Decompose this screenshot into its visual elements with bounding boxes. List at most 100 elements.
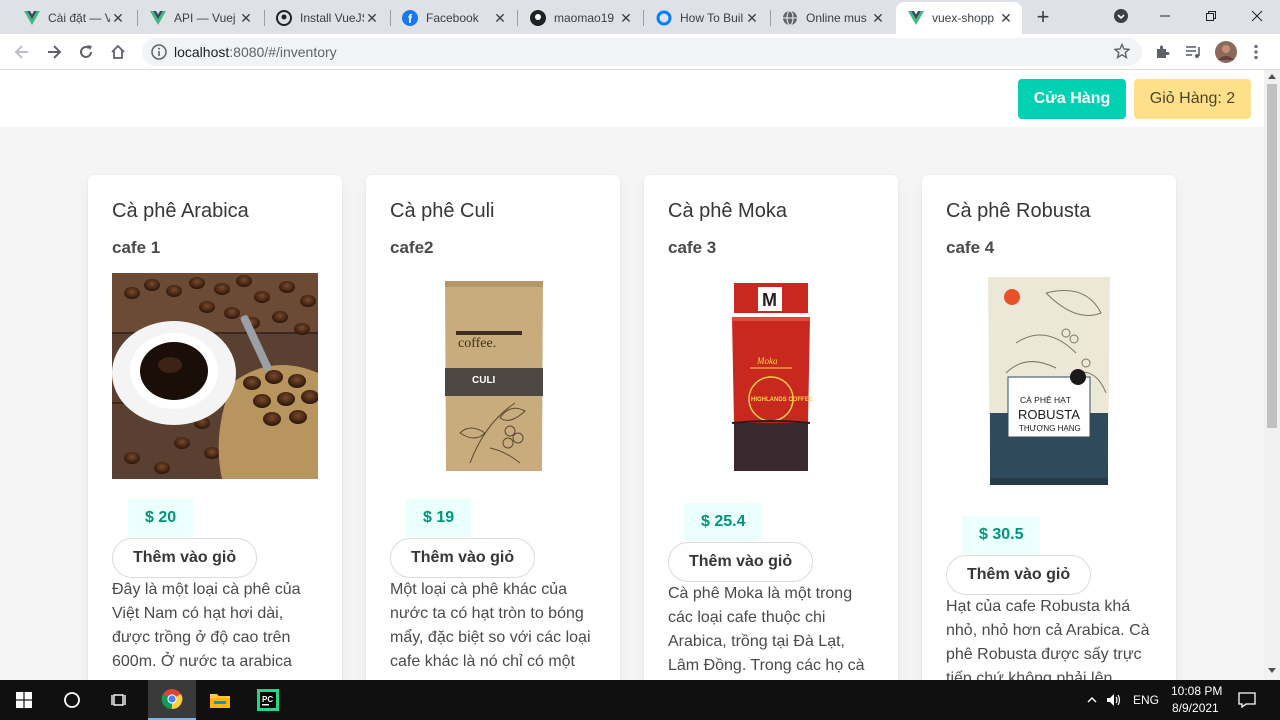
- browser-tab[interactable]: f Facebook ✕: [390, 2, 516, 34]
- scroll-down-arrow[interactable]: [1268, 668, 1276, 673]
- add-to-cart-button[interactable]: Thêm vào giỏ: [390, 538, 536, 578]
- product-description: Hạt của cafe Robusta khá nhỏ, nhỏ hơn cả…: [946, 595, 1152, 680]
- windows-taskbar: PC ENG 10:08 PM 8/9/2021: [0, 680, 1280, 720]
- browser-tab[interactable]: API — Vuej ✕: [138, 2, 262, 34]
- info-icon[interactable]: [151, 44, 167, 65]
- profile-avatar[interactable]: [1212, 38, 1240, 66]
- description-line: nhỏ, nhỏ hơn cả Arabica. Cà: [946, 622, 1150, 639]
- chrome-icon[interactable]: [148, 680, 196, 720]
- product-subtitle: cafe 3: [668, 238, 717, 257]
- vue-icon: [908, 10, 924, 26]
- digitalocean-icon: [656, 10, 672, 26]
- browser-tab[interactable]: maomao19 ✕: [518, 2, 642, 34]
- close-icon[interactable]: ✕: [238, 10, 254, 26]
- product-title: Cà phê Moka: [668, 200, 787, 222]
- task-view-icon[interactable]: [96, 680, 144, 720]
- vue-icon: [24, 10, 40, 26]
- tab-title: maomao19: [554, 11, 615, 25]
- language-indicator[interactable]: ENG: [1133, 693, 1159, 707]
- svg-text:PC: PC: [262, 695, 273, 704]
- browser-tab[interactable]: Cài đặt — V ✕: [12, 2, 134, 34]
- browser-tab[interactable]: Install VueJS ✕: [264, 2, 388, 34]
- new-tab-button[interactable]: +: [1030, 5, 1056, 31]
- product-description: Đây là một loại cà phê của Việt Nam có h…: [112, 578, 318, 674]
- file-explorer-icon[interactable]: [196, 680, 244, 720]
- package-line1: CÀ PHÊ HẠT: [1020, 395, 1071, 405]
- bookmark-star-icon[interactable]: [1113, 42, 1131, 64]
- page-scrollbar[interactable]: [1264, 70, 1280, 680]
- chevron-up-icon[interactable]: [1080, 680, 1104, 720]
- media-control-icon[interactable]: [1180, 38, 1208, 66]
- description-line: được trồng ở độ cao trên: [112, 629, 291, 646]
- address-bar[interactable]: localhost:8080/#/inventory: [142, 38, 1142, 66]
- description-line: Hạt của cafe Robusta khá: [946, 598, 1131, 615]
- reload-button[interactable]: [72, 38, 100, 66]
- clock-time[interactable]: 10:08 PM: [1171, 684, 1222, 698]
- pycharm-icon[interactable]: PC: [244, 680, 292, 720]
- store-button[interactable]: Cửa Hàng: [1018, 79, 1126, 119]
- add-to-cart-button[interactable]: Thêm vào giỏ: [946, 555, 1092, 595]
- product-image: M Moka HIGHLANDS COFFEE: [668, 273, 874, 483]
- url-host: localhost: [174, 44, 230, 60]
- description-line: Arabica, trồng tại Đà Lạt,: [668, 633, 845, 650]
- product-image: [112, 273, 319, 479]
- scroll-up-arrow[interactable]: [1268, 74, 1276, 79]
- description-line: mẩy, đặc biệt so với các loại: [390, 629, 591, 646]
- back-button[interactable]: [8, 38, 36, 66]
- description-line: Một loại cà phê khác của: [390, 581, 567, 598]
- clock-date[interactable]: 8/9/2021: [1172, 701, 1219, 715]
- close-icon[interactable]: ✕: [998, 10, 1014, 26]
- close-icon[interactable]: ✕: [618, 10, 634, 26]
- windows-start-icon[interactable]: [0, 680, 48, 720]
- tab-title: How To Buil: [680, 11, 744, 25]
- scrollbar-thumb[interactable]: [1267, 84, 1277, 428]
- notification-icon[interactable]: [1230, 680, 1264, 720]
- product-subtitle: cafe2: [390, 238, 434, 257]
- product-title: Cà phê Robusta: [946, 200, 1091, 222]
- close-window-button[interactable]: [1234, 0, 1280, 32]
- package-line3: THƯỢNG HẠNG: [1019, 424, 1081, 433]
- browser-tab[interactable]: How To Buil ✕: [644, 2, 768, 34]
- forward-button[interactable]: [40, 38, 68, 66]
- extensions-icon[interactable]: [1148, 38, 1176, 66]
- close-icon[interactable]: ✕: [744, 10, 760, 26]
- tab-title: Facebook: [426, 11, 479, 25]
- tab-title: Online mus: [806, 11, 867, 25]
- home-button[interactable]: [104, 38, 132, 66]
- close-icon[interactable]: ✕: [492, 10, 508, 26]
- search-icon[interactable]: [48, 680, 96, 720]
- product-image: CÀ PHÊ HẠT ROBUSTA THƯỢNG HẠNG: [946, 273, 1152, 495]
- facebook-icon: f: [402, 10, 418, 26]
- browser-tab-active[interactable]: vuex-shopp ✕: [896, 2, 1022, 34]
- speaker-icon[interactable]: [1102, 680, 1126, 720]
- product-title: Cà phê Culi: [390, 200, 495, 222]
- description-line: 600m. Ở nước ta arabica: [112, 653, 292, 670]
- app-navbar: Cửa Hàng Giỏ Hàng: 2: [0, 70, 1264, 127]
- minimize-button[interactable]: [1142, 0, 1188, 32]
- package-line2: ROBUSTA: [1018, 407, 1080, 422]
- url-text: localhost:8080/#/inventory: [174, 44, 337, 60]
- product-subtitle: cafe 1: [112, 238, 161, 257]
- tab-title: vuex-shopp: [932, 11, 995, 25]
- close-icon[interactable]: ✕: [870, 10, 886, 26]
- product-card: Cà phê Arabica cafe 1 $ 20 Thêm vào giỏ …: [88, 175, 342, 680]
- package-brand: coffee.: [458, 336, 496, 351]
- restore-button[interactable]: [1188, 0, 1234, 32]
- menu-dots-icon[interactable]: [1242, 38, 1270, 66]
- product-card: Cà phê Moka cafe 3 M Moka HIGHLANDS COFF…: [644, 175, 898, 680]
- description-line: các loại cafe thuộc chi: [668, 609, 826, 626]
- add-to-cart-button[interactable]: Thêm vào giỏ: [668, 542, 814, 582]
- add-to-cart-button[interactable]: Thêm vào giỏ: [112, 538, 258, 578]
- tab-search-icon[interactable]: [1098, 0, 1144, 32]
- close-icon[interactable]: ✕: [364, 10, 380, 26]
- package-label: CULI: [472, 375, 496, 386]
- browser-tab[interactable]: Online mus ✕: [770, 2, 894, 34]
- close-icon[interactable]: ✕: [110, 10, 126, 26]
- price-tag: $ 19: [406, 499, 472, 537]
- package-brand: HIGHLANDS COFFEE: [751, 397, 813, 403]
- description-line: Lâm Đồng. Trong các họ cà: [668, 657, 865, 674]
- product-card: Cà phê Culi cafe2 coffee. CULI $ 19 Thêm…: [366, 175, 620, 680]
- product-subtitle: cafe 4: [946, 238, 995, 257]
- product-description: Cà phê Moka là một trong các loại cafe t…: [668, 582, 874, 678]
- cart-button[interactable]: Giỏ Hàng: 2: [1134, 79, 1251, 119]
